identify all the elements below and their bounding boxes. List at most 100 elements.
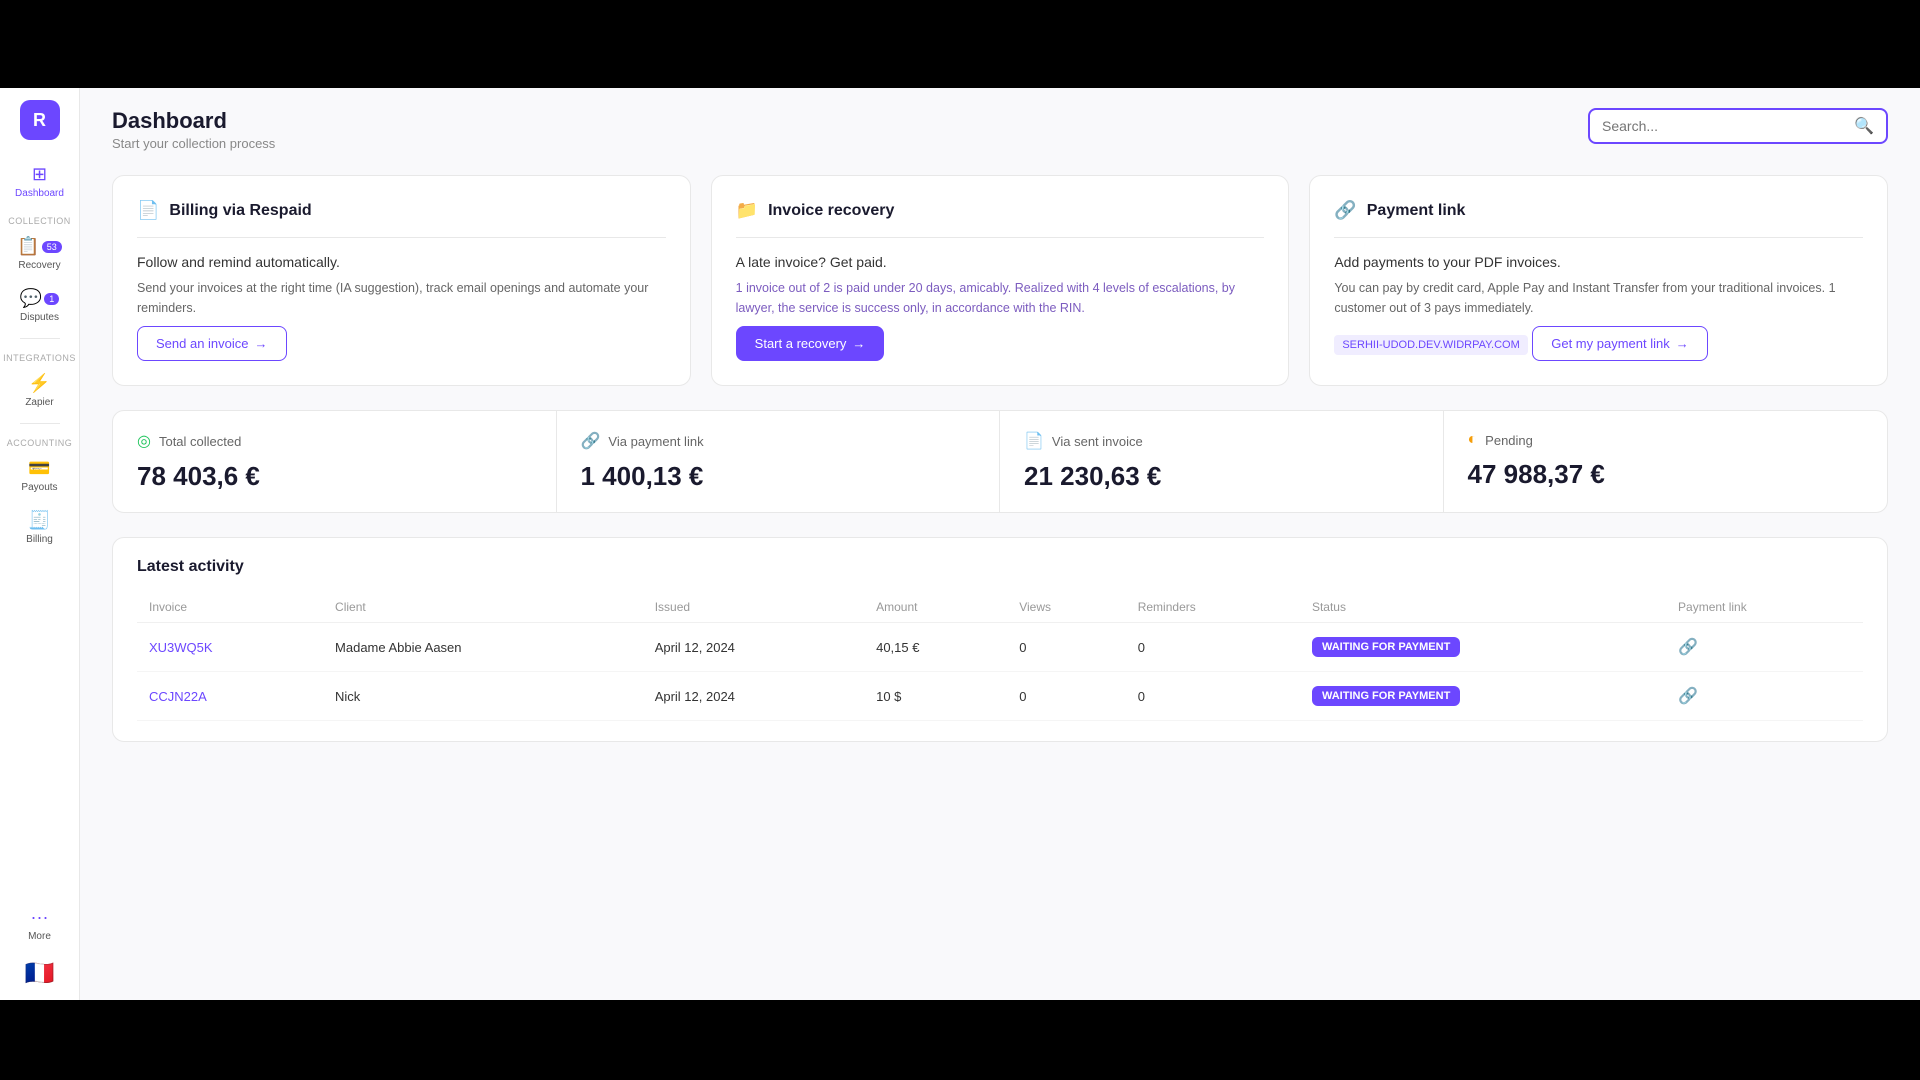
payment-link-url: SERHII-UDOD.DEV.WIDRPAY.COM bbox=[1334, 335, 1527, 355]
recovery-card-icon: 📁 bbox=[736, 200, 758, 221]
get-payment-link-button[interactable]: Get my payment link → bbox=[1532, 326, 1708, 361]
billing-card-header: 📄 Billing via Respaid bbox=[137, 200, 666, 221]
via-sent-invoice-icon: 📄 bbox=[1024, 431, 1044, 451]
table-row: XU3WQ5K Madame Abbie Aasen April 12, 202… bbox=[137, 623, 1863, 672]
status-badge: WAITING FOR PAYMENT bbox=[1312, 686, 1460, 706]
search-input[interactable] bbox=[1602, 118, 1854, 134]
integrations-section-label: INTEGRATIONS bbox=[0, 353, 84, 363]
client-name: Nick bbox=[323, 672, 643, 721]
status-cell: WAITING FOR PAYMENT bbox=[1300, 623, 1666, 672]
client-name: Madame Abbie Aasen bbox=[323, 623, 643, 672]
billing-label: Billing bbox=[26, 534, 53, 546]
col-client: Client bbox=[323, 592, 643, 623]
stat-pending: ◐ Pending 47 988,37 € bbox=[1444, 411, 1888, 512]
top-bar bbox=[0, 0, 1920, 88]
via-payment-link-icon: 🔗 bbox=[581, 431, 601, 451]
sidebar: R ⊞ Dashboard COLLECTION 📋 53 Recovery 💬… bbox=[0, 88, 80, 1000]
country-flag: 🇫🇷 bbox=[25, 959, 55, 988]
search-box[interactable]: 🔍 bbox=[1588, 108, 1888, 144]
more-icon: ··· bbox=[31, 907, 49, 928]
sidebar-divider-2 bbox=[20, 423, 60, 424]
payment-link-icon[interactable]: 🔗 bbox=[1678, 688, 1698, 705]
main-content: Dashboard Start your collection process … bbox=[80, 88, 1920, 1000]
via-payment-link-value: 1 400,13 € bbox=[581, 461, 976, 492]
billing-card-desc: Send your invoices at the right time (IA… bbox=[137, 278, 666, 318]
total-collected-icon: ◎ bbox=[137, 431, 151, 451]
pending-label: Pending bbox=[1485, 433, 1533, 448]
page-title-area: Dashboard Start your collection process bbox=[112, 108, 275, 151]
send-invoice-arrow: → bbox=[255, 336, 268, 351]
sidebar-item-billing[interactable]: 🧾 Billing bbox=[0, 502, 79, 554]
views: 0 bbox=[1007, 672, 1126, 721]
col-amount: Amount bbox=[864, 592, 1007, 623]
stats-row: ◎ Total collected 78 403,6 € 🔗 Via payme… bbox=[112, 410, 1888, 513]
invoice-id[interactable]: XU3WQ5K bbox=[137, 623, 323, 672]
zapier-label: Zapier bbox=[25, 397, 53, 409]
disputes-label: Disputes bbox=[20, 312, 59, 324]
page-header: Dashboard Start your collection process … bbox=[112, 108, 1888, 151]
activity-section: Latest activity Invoice Client Issued Am… bbox=[112, 537, 1888, 742]
amount: 40,15 € bbox=[864, 623, 1007, 672]
payment-card-desc: You can pay by credit card, Apple Pay an… bbox=[1334, 278, 1863, 318]
via-payment-link-label: Via payment link bbox=[608, 434, 703, 449]
sidebar-item-dashboard[interactable]: ⊞ Dashboard bbox=[0, 156, 79, 208]
billing-icon: 🧾 bbox=[28, 510, 50, 531]
sidebar-item-disputes[interactable]: 💬 1 Disputes bbox=[0, 280, 79, 332]
reminders: 0 bbox=[1126, 672, 1300, 721]
sidebar-item-more[interactable]: ··· More bbox=[0, 899, 79, 951]
recovery-card-desc: 1 invoice out of 2 is paid under 20 days… bbox=[736, 278, 1265, 318]
recovery-icon: 📋 bbox=[17, 236, 39, 257]
col-issued: Issued bbox=[643, 592, 864, 623]
dashboard-icon: ⊞ bbox=[32, 164, 47, 185]
search-icon: 🔍 bbox=[1854, 116, 1874, 136]
payouts-label: Payouts bbox=[21, 482, 57, 494]
total-collected-value: 78 403,6 € bbox=[137, 461, 532, 492]
billing-card-title: Billing via Respaid bbox=[169, 202, 311, 220]
payment-card-icon: 🔗 bbox=[1334, 200, 1356, 221]
send-invoice-label: Send an invoice bbox=[156, 336, 249, 351]
payment-link-icon[interactable]: 🔗 bbox=[1678, 639, 1698, 656]
activity-table: Invoice Client Issued Amount Views Remin… bbox=[137, 592, 1863, 721]
col-status: Status bbox=[1300, 592, 1666, 623]
page-title: Dashboard bbox=[112, 108, 275, 134]
amount: 10 $ bbox=[864, 672, 1007, 721]
activity-title: Latest activity bbox=[137, 558, 1863, 576]
invoice-recovery-card: 📁 Invoice recovery A late invoice? Get p… bbox=[711, 175, 1290, 386]
recovery-card-title: Invoice recovery bbox=[768, 202, 894, 220]
recovery-badge: 53 bbox=[42, 241, 62, 253]
cards-row: 📄 Billing via Respaid Follow and remind … bbox=[112, 175, 1888, 386]
send-invoice-button[interactable]: Send an invoice → bbox=[137, 326, 287, 361]
issued-date: April 12, 2024 bbox=[643, 672, 864, 721]
app-logo[interactable]: R bbox=[20, 100, 60, 140]
sidebar-item-payouts[interactable]: 💳 Payouts bbox=[0, 450, 79, 502]
via-sent-invoice-value: 21 230,63 € bbox=[1024, 461, 1419, 492]
recovery-card-subtitle: A late invoice? Get paid. bbox=[736, 254, 1265, 270]
sidebar-item-zapier[interactable]: ⚡ Zapier bbox=[0, 365, 79, 417]
stat-total-collected: ◎ Total collected 78 403,6 € bbox=[113, 411, 557, 512]
start-recovery-arrow: → bbox=[852, 336, 865, 351]
stat-via-payment-link: 🔗 Via payment link 1 400,13 € bbox=[557, 411, 1001, 512]
pending-value: 47 988,37 € bbox=[1468, 459, 1864, 490]
col-payment-link: Payment link bbox=[1666, 592, 1863, 623]
payment-link-cell: 🔗 bbox=[1666, 672, 1863, 721]
table-header: Invoice Client Issued Amount Views Remin… bbox=[137, 592, 1863, 623]
bottom-bar bbox=[0, 1000, 1920, 1080]
sidebar-item-label: Dashboard bbox=[15, 188, 64, 200]
status-cell: WAITING FOR PAYMENT bbox=[1300, 672, 1666, 721]
start-recovery-label: Start a recovery bbox=[755, 336, 847, 351]
sidebar-item-recovery[interactable]: 📋 53 Recovery bbox=[0, 228, 79, 280]
col-invoice: Invoice bbox=[137, 592, 323, 623]
billing-card: 📄 Billing via Respaid Follow and remind … bbox=[112, 175, 691, 386]
collection-section-label: COLLECTION bbox=[0, 216, 79, 226]
billing-card-icon: 📄 bbox=[137, 200, 159, 221]
start-recovery-button[interactable]: Start a recovery → bbox=[736, 326, 885, 361]
more-label: More bbox=[28, 931, 51, 943]
recovery-card-header: 📁 Invoice recovery bbox=[736, 200, 1265, 221]
pending-icon: ◐ bbox=[1468, 431, 1478, 449]
page-subtitle: Start your collection process bbox=[112, 136, 275, 151]
payment-card-subtitle: Add payments to your PDF invoices. bbox=[1334, 254, 1863, 270]
disputes-badge: 1 bbox=[44, 293, 59, 305]
via-sent-invoice-label: Via sent invoice bbox=[1052, 434, 1143, 449]
accounting-section-label: ACCOUNTING bbox=[0, 438, 80, 448]
invoice-id[interactable]: CCJN22A bbox=[137, 672, 323, 721]
